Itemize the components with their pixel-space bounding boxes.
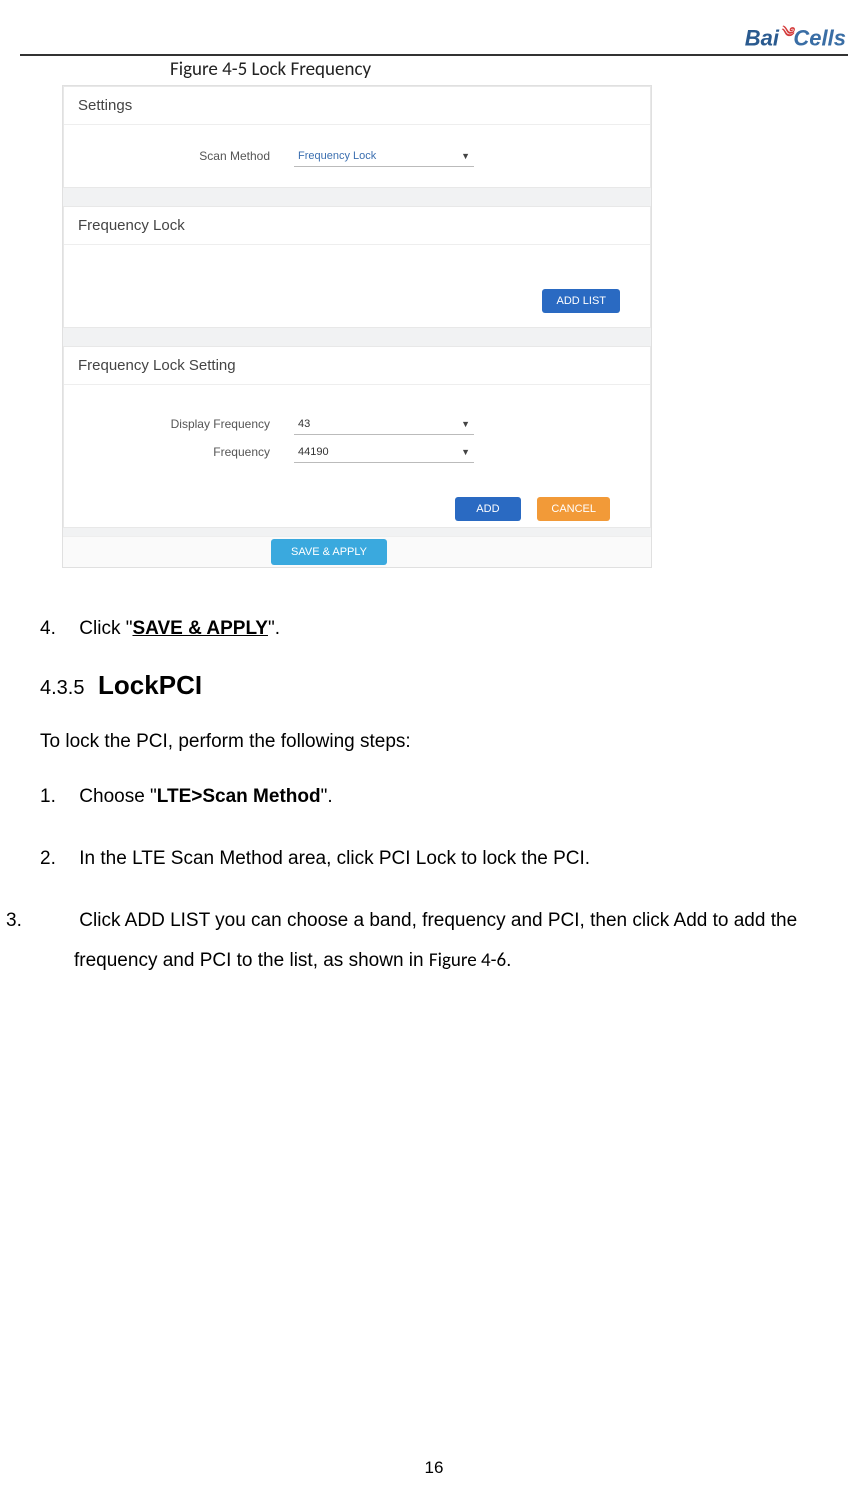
frequency-value: 44190 xyxy=(298,446,329,458)
wifi-icon: ༄ xyxy=(780,16,793,56)
step-text-post: ". xyxy=(268,618,280,639)
settings-panel-title: Settings xyxy=(64,87,650,125)
document-body: 4. Click "SAVE & APPLY". 4.3.5 LockPCI T… xyxy=(40,614,848,981)
screenshot-figure: Settings Scan Method Frequency Lock ▼ Fr… xyxy=(62,85,652,568)
step-2: 2. In the LTE Scan Method area, click PC… xyxy=(40,839,848,879)
figure-reference: Figure 4-6 xyxy=(429,949,506,972)
page-header: Bai༄Cells xyxy=(20,0,848,56)
step-number: 4. xyxy=(40,614,74,644)
add-list-button[interactable]: ADD LIST xyxy=(542,289,620,313)
frequency-lock-title: Frequency Lock xyxy=(64,207,650,245)
step-text-pre: Click " xyxy=(79,618,132,639)
frequency-label: Frequency xyxy=(84,445,294,459)
step-text-bold: SAVE & APPLY xyxy=(132,618,268,639)
scan-method-select[interactable]: Frequency Lock ▼ xyxy=(294,145,474,167)
step-number: 1. xyxy=(40,777,74,817)
display-frequency-row: Display Frequency 43 ▼ xyxy=(84,413,630,435)
step-number: 3. xyxy=(40,901,74,941)
step-1: 1. Choose "LTE>Scan Method". xyxy=(40,777,848,817)
cancel-button[interactable]: CANCEL xyxy=(537,497,610,521)
section-heading: 4.3.5 LockPCI xyxy=(40,670,848,701)
step-text: In the LTE Scan Method area, click PCI L… xyxy=(79,848,590,869)
chevron-down-icon: ▼ xyxy=(461,151,470,161)
add-list-row: ADD LIST xyxy=(64,275,650,327)
scan-method-row: Scan Method Frequency Lock ▼ xyxy=(84,145,630,167)
add-cancel-row: ADD CANCEL xyxy=(64,483,650,527)
step-text-pre: Choose " xyxy=(79,786,157,807)
scan-method-label: Scan Method xyxy=(84,149,294,163)
section-title: LockPCI xyxy=(98,670,202,700)
frequency-lock-setting-title: Frequency Lock Setting xyxy=(64,347,650,385)
display-frequency-value: 43 xyxy=(298,418,310,430)
intro-text: To lock the PCI, perform the following s… xyxy=(40,731,848,753)
add-button[interactable]: ADD xyxy=(455,497,521,521)
scan-method-value: Frequency Lock xyxy=(298,150,376,162)
display-frequency-label: Display Frequency xyxy=(84,417,294,431)
frequency-lock-setting-panel: Frequency Lock Setting Display Frequency… xyxy=(63,346,651,528)
save-apply-row: SAVE & APPLY xyxy=(63,536,651,567)
steps-list: 1. Choose "LTE>Scan Method". 2. In the L… xyxy=(40,777,848,981)
brand-logo: Bai༄Cells xyxy=(745,16,846,56)
frequency-select[interactable]: 44190 ▼ xyxy=(294,441,474,463)
display-frequency-select[interactable]: 43 ▼ xyxy=(294,413,474,435)
frequency-lock-panel: Frequency Lock ADD LIST xyxy=(63,206,651,328)
step-number: 2. xyxy=(40,839,74,879)
step-text-b: . xyxy=(506,950,511,971)
logo-text-cells: Cells xyxy=(793,25,846,50)
frequency-row: Frequency 44190 ▼ xyxy=(84,441,630,463)
settings-panel: Settings Scan Method Frequency Lock ▼ xyxy=(63,86,651,188)
step-4: 4. Click "SAVE & APPLY". xyxy=(40,614,848,644)
step-text-post: ". xyxy=(321,786,333,807)
section-number: 4.3.5 xyxy=(40,677,84,699)
logo-text-bai: Bai xyxy=(745,25,779,50)
page-number: 16 xyxy=(0,1458,868,1478)
save-apply-button[interactable]: SAVE & APPLY xyxy=(271,539,387,565)
chevron-down-icon: ▼ xyxy=(461,447,470,457)
figure-caption: Figure 4-5 Lock Frequency xyxy=(170,58,848,81)
chevron-down-icon: ▼ xyxy=(461,419,470,429)
step-text-bold: LTE>Scan Method xyxy=(157,786,321,807)
step-3: 3. Click ADD LIST you can choose a band,… xyxy=(40,901,848,981)
